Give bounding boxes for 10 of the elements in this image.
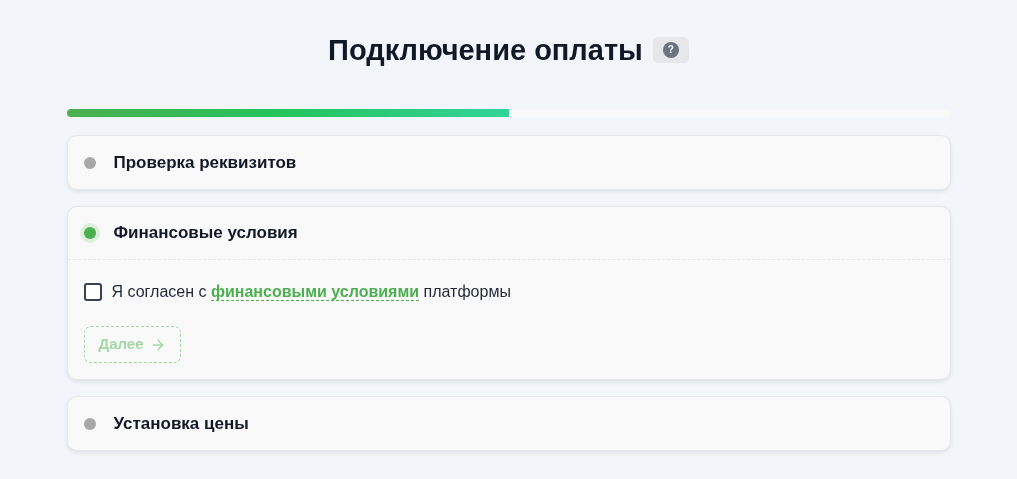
step-title: Проверка реквизитов [113,151,297,174]
help-button[interactable]: ? [652,37,689,63]
step-title: Установка цены [113,412,249,435]
step-header[interactable]: Проверка реквизитов [67,136,950,189]
page-title: Подключение оплаты [328,35,643,65]
step-title: Финансовые условия [113,222,298,245]
agreement-checkbox[interactable] [83,283,102,301]
step-header[interactable]: Установка цены [67,397,950,450]
step-header[interactable]: Финансовые условия [67,207,950,260]
agreement-text: Я согласен с финансовыми условиями платформы [111,282,511,303]
